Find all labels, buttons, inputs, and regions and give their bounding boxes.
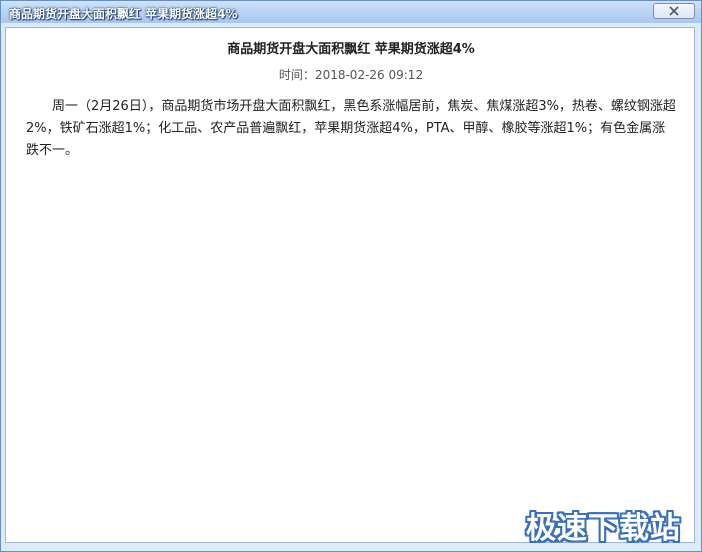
time-value: 2018-02-26 09:12 [314, 68, 424, 82]
time-label: 时间： [278, 68, 315, 82]
article-body: 周一（2月26日），商品期货市场开盘大面积飘红，黑色系涨幅居前，焦炭、焦煤涨超3… [26, 99, 676, 158]
dialog-window: 商品期货开盘大面积飘红 苹果期货涨超4% 商品期货开盘大面积飘红 苹果期货涨超4… [0, 0, 702, 552]
title-bar[interactable]: 商品期货开盘大面积飘红 苹果期货涨超4% [1, 1, 701, 23]
close-button[interactable] [653, 3, 695, 19]
close-icon [669, 6, 679, 16]
watermark-logo: 极速下载站 [526, 511, 681, 546]
article-panel[interactable]: 商品期货开盘大面积飘红 苹果期货涨超4% 时间：2018-02-26 09:12… [5, 27, 695, 543]
article-title: 商品期货开盘大面积飘红 苹果期货涨超4% [227, 42, 475, 57]
article-time: 时间：2018-02-26 09:12 [6, 66, 696, 83]
window-title: 商品期货开盘大面积飘红 苹果期货涨超4% [9, 7, 238, 21]
